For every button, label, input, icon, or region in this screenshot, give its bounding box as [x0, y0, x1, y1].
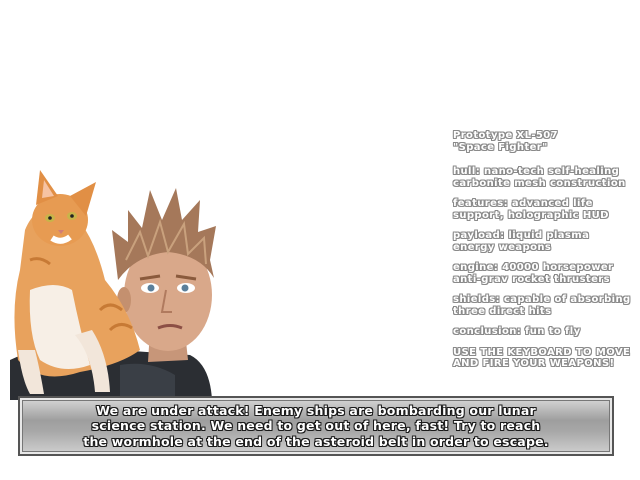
spec-line: Prototype XL-507 [453, 130, 559, 141]
spec-line: energy weapons [453, 241, 552, 253]
mission-briefing-dialog: We are under attack! Enemy ships are bom… [18, 396, 614, 456]
spec-line: engine: 40000 horsepower [453, 262, 614, 273]
spec-item: features: advanced life support, holograp… [453, 198, 638, 221]
spec-line: AND FIRE YOUR WEAPONS! [453, 358, 615, 369]
spec-line: USE THE KEYBOARD TO MOVE [453, 346, 631, 358]
briefing-line: the wormhole at the end of the asteroid … [83, 433, 549, 449]
spec-line: payload: liquid plasma [453, 230, 590, 241]
spec-item: hull: nano-tech self-healing carbonite me… [453, 166, 638, 189]
pilot-with-cat-illustration [10, 170, 216, 400]
ship-name: Prototype XL-507 "Space Fighter" [453, 130, 638, 153]
spec-line: "Space Fighter" [453, 141, 548, 153]
spec-line: conclusion: fun to fly [453, 326, 581, 337]
briefing-line: We are under attack! Enemy ships are bom… [96, 402, 536, 418]
character-portrait [0, 160, 220, 400]
spec-line: hull: nano-tech self-healing [453, 166, 620, 177]
spec-item: shields: capable of absorbing three direc… [453, 294, 638, 317]
briefing-line: science station. We need to get out of h… [91, 418, 541, 434]
spec-item: engine: 40000 horsepower anti-grav rocket… [453, 262, 638, 285]
spec-item: payload: liquid plasma energy weapons [453, 230, 638, 253]
spec-line: anti-grav rocket thrusters [453, 273, 610, 285]
briefing-text: We are under attack! Enemy ships are bom… [83, 403, 548, 450]
ship-spec-list: Prototype XL-507 "Space Fighter" hull: nan… [453, 130, 638, 379]
spec-line: three direct hits [453, 305, 552, 317]
controls-instruction: USE THE KEYBOARD TO MOVE AND FIRE YOUR WE… [453, 347, 638, 370]
spec-line: carbonite mesh construction [453, 177, 626, 189]
spec-line: features: advanced life [453, 198, 593, 209]
spec-line: shields: capable of absorbing [453, 294, 631, 305]
spec-line: support, holographic HUD [453, 209, 609, 221]
spec-item: conclusion: fun to fly [453, 326, 638, 338]
